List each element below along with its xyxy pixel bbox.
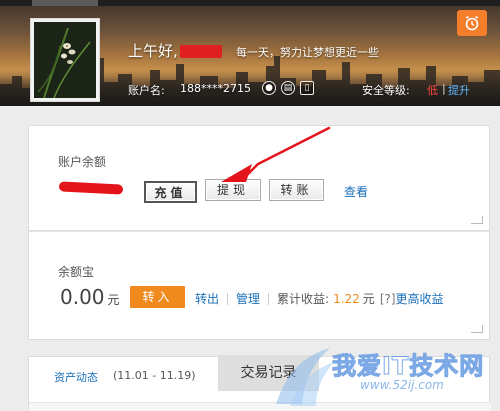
redacted-username	[179, 45, 222, 58]
security-level-label: 安全等级:	[362, 84, 410, 97]
earnings-unit: 元	[362, 292, 375, 306]
activity-label[interactable]: 资产动态	[54, 369, 98, 385]
manage-link[interactable]: 管理	[236, 290, 260, 307]
withdraw-button[interactable]: 提现	[205, 179, 261, 201]
top-bar-tab[interactable]	[32, 0, 98, 6]
tab-trade-records[interactable]: 交易记录	[218, 355, 319, 391]
security-icons: ● ▤ ▯	[262, 81, 314, 95]
greeting-text: 上午好,	[128, 40, 222, 61]
activity-date-range: (11.01 - 11.19)	[113, 369, 196, 382]
more-earnings-link[interactable]: 更高收益	[396, 290, 444, 307]
activity-panel: 资产动态 (11.01 - 11.19) 交易记录	[28, 355, 491, 411]
yuebao-amount: 0.00 元	[60, 285, 120, 309]
transfer-out-link[interactable]: 转出	[195, 290, 219, 307]
alarm-clock-icon[interactable]	[457, 10, 487, 36]
yuebao-label: 余额宝	[58, 265, 95, 279]
orchid-avatar-image	[34, 22, 96, 98]
earnings-label: 累计收益:	[277, 292, 330, 306]
return-icon[interactable]	[471, 325, 483, 333]
yuebao-actions: 转出 管理 累计收益: 1.22 元 [?] 更高收益	[195, 290, 444, 307]
view-link[interactable]: 查看	[344, 183, 368, 200]
return-icon[interactable]	[471, 216, 483, 224]
phone-icon[interactable]: ▯	[300, 81, 314, 95]
id-card-icon[interactable]: ▤	[281, 81, 295, 95]
account-label: 账户名:	[128, 84, 165, 97]
separator: |	[442, 82, 446, 95]
security-level-value: 低	[427, 84, 438, 97]
avatar[interactable]	[30, 18, 100, 102]
divider	[268, 292, 270, 305]
transfer-button[interactable]: 转账	[269, 179, 324, 201]
motto-text: 每一天，努力让梦想更近一些	[236, 46, 379, 59]
transfer-in-button[interactable]: 转入	[130, 286, 185, 308]
divider	[227, 292, 229, 305]
yuebao-panel: 余额宝 0.00 元 转入 转出 管理 累计收益: 1.22 元 [?] 更高收益	[28, 231, 490, 340]
greeting-label: 上午好,	[128, 42, 178, 60]
yuebao-amount-value: 0.00	[60, 285, 105, 309]
header-banner: 上午好, 每一天，努力让梦想更近一些 账户名: 188****2715 ● ▤ …	[0, 0, 500, 106]
account-number: 188****2715	[180, 82, 251, 95]
balance-panel: 账户余额 充值 提现 转账 查看	[28, 125, 490, 231]
earnings-value: 1.22	[333, 291, 360, 306]
user-verify-icon[interactable]: ●	[262, 81, 276, 95]
activity-subtabs	[29, 402, 491, 411]
alarm-clock-glyph	[465, 15, 479, 31]
balance-label: 账户余额	[58, 155, 107, 169]
yuebao-amount-unit: 元	[107, 293, 120, 307]
recharge-button[interactable]: 充值	[144, 181, 197, 203]
help-icon[interactable]: [?]	[380, 292, 396, 306]
security-upgrade-link[interactable]: 提升	[448, 82, 470, 98]
redacted-balance	[58, 181, 124, 195]
